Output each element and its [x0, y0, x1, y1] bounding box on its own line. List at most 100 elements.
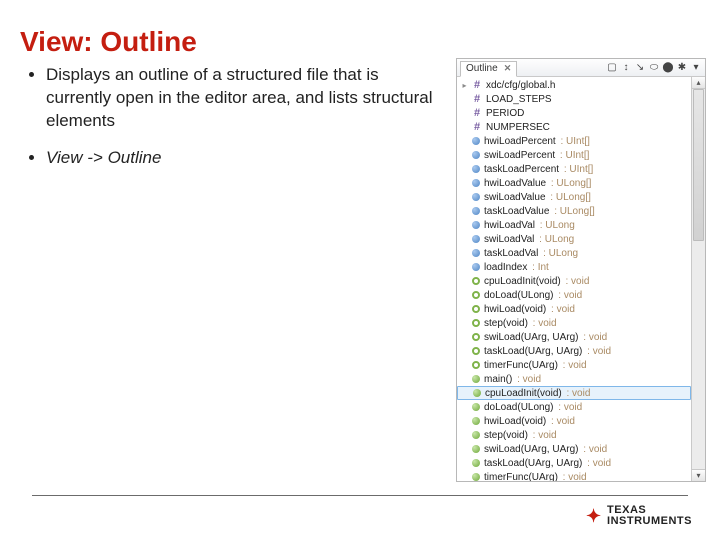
close-icon[interactable]: ✕ — [504, 63, 512, 74]
outline-item-label: cpuLoadInit(void) : void — [484, 276, 589, 287]
expand-icon: ▸ — [461, 166, 468, 173]
outline-item-label: hwiLoad(void) : void — [484, 304, 575, 315]
outline-item[interactable]: ▸hwiLoad(void) : void — [457, 302, 691, 316]
outline-item[interactable]: ▸swiLoadVal : ULong — [457, 232, 691, 246]
toolbar-icon[interactable]: ⬭ — [648, 62, 660, 74]
ti-logo-text: TEXAS INSTRUMENTS — [607, 505, 692, 528]
toolbar-icon[interactable]: ⬤ — [662, 62, 674, 74]
dot-blue-icon — [472, 221, 480, 229]
outline-item[interactable]: ▸taskLoadValue : ULong[] — [457, 204, 691, 218]
outline-item[interactable]: ▸ timerFunc(UArg) : void — [457, 358, 691, 372]
dot-blue-icon — [472, 235, 480, 243]
outline-item-label: step(void) : void — [484, 430, 557, 441]
vertical-scrollbar[interactable]: ▴ ▾ — [691, 77, 705, 481]
expand-icon: ▸ — [461, 474, 468, 481]
expand-icon: ▸ — [461, 152, 468, 159]
toolbar-icon[interactable]: ↘ — [634, 62, 646, 74]
expand-icon: ▸ — [461, 236, 468, 243]
outline-item[interactable]: ▸cpuLoadInit(void) : void — [457, 386, 691, 400]
outline-item[interactable]: ▸timerFunc(UArg) : void — [457, 470, 691, 481]
outline-item-label: xdc/cfg/global.h — [486, 80, 556, 91]
dot-green-icon — [472, 431, 480, 439]
outline-item[interactable]: ▸doLoad(ULong) : void — [457, 288, 691, 302]
outline-item[interactable]: ▸taskLoad(UArg, UArg) : void — [457, 344, 691, 358]
slide: View: Outline Displays an outline of a s… — [0, 0, 720, 540]
expand-icon: ▸ — [461, 446, 468, 453]
slide-title: View: Outline — [20, 26, 197, 58]
bullet-item: Displays an outline of a structured file… — [46, 64, 438, 133]
outline-item-label: hwiLoad(void) : void — [484, 416, 575, 427]
expand-icon: ▸ — [461, 264, 468, 271]
outline-item-label: swiLoad(UArg, UArg) : void — [484, 444, 607, 455]
dot-blue-icon — [472, 165, 480, 173]
expand-icon: ▸ — [461, 362, 468, 369]
outline-item[interactable]: ▸ cpuLoadInit(void) : void — [457, 274, 691, 288]
outline-tree[interactable]: ▸#xdc/cfg/global.h▸#LOAD_STEPS▸#PERIOD▸#… — [457, 77, 691, 481]
outline-item[interactable]: ▸#PERIOD — [457, 106, 691, 120]
footer-divider — [32, 495, 688, 496]
outline-item[interactable]: ▸ # LOAD_STEPS — [457, 92, 691, 106]
outline-item[interactable]: ▸loadIndex : Int — [457, 260, 691, 274]
dot-blue-icon — [472, 249, 480, 257]
outline-view-panel: Outline ✕ ▢↕↘⬭⬤✱▾ ▸#xdc/cfg/global.h▸#LO… — [456, 58, 706, 482]
outline-item[interactable]: ▸hwiLoadVal : ULong — [457, 218, 691, 232]
ring-green-icon — [472, 333, 480, 341]
outline-item[interactable]: ▸taskLoad(UArg, UArg) : void — [457, 456, 691, 470]
outline-item[interactable]: ▸step(void) : void — [457, 316, 691, 330]
outline-item[interactable]: ▸ swiLoad(UArg, UArg) : void — [457, 442, 691, 456]
outline-item[interactable]: ▸ hwiLoad(void) : void — [457, 414, 691, 428]
expand-icon: ▸ — [461, 432, 468, 439]
expand-icon: ▸ — [461, 418, 468, 425]
scroll-track[interactable] — [692, 89, 705, 469]
outline-item[interactable]: ▸ step(void) : void — [457, 428, 691, 442]
expand-icon[interactable]: ▸ — [461, 82, 468, 89]
dot-green-icon — [472, 417, 480, 425]
outline-item[interactable]: ▸swiLoad(UArg, UArg) : void — [457, 330, 691, 344]
toolbar-icon[interactable]: ↕ — [620, 62, 632, 74]
scroll-down-button[interactable]: ▾ — [692, 469, 705, 481]
toolbar-icon[interactable]: ✱ — [676, 62, 688, 74]
outline-item[interactable]: ▸hwiLoadValue : ULong[] — [457, 176, 691, 190]
outline-item[interactable]: ▸#xdc/cfg/global.h — [457, 78, 691, 92]
scroll-thumb[interactable] — [693, 89, 704, 241]
dot-green-icon — [472, 459, 480, 467]
outline-item-label: taskLoadPercent : UInt[] — [484, 164, 593, 175]
outline-item-label: swiLoad(UArg, UArg) : void — [484, 332, 607, 343]
outline-tab-label: Outline — [466, 63, 498, 74]
bullet-item: View -> Outline — [46, 147, 438, 170]
dot-blue-icon — [472, 151, 480, 159]
expand-icon: ▸ — [461, 348, 468, 355]
scroll-up-button[interactable]: ▴ — [692, 77, 705, 89]
outline-item[interactable]: ▸swiLoadPercent : UInt[] — [457, 148, 691, 162]
outline-item-label: doLoad(ULong) : void — [484, 402, 582, 413]
outline-item[interactable]: ▸ taskLoadPercent : UInt[] — [457, 162, 691, 176]
expand-icon: ▸ — [461, 320, 468, 327]
outline-item-label: timerFunc(UArg) : void — [484, 360, 587, 371]
outline-item[interactable]: ▸taskLoadVal : ULong — [457, 246, 691, 260]
outline-item[interactable]: ▸hwiLoadPercent : UInt[] — [457, 134, 691, 148]
expand-icon: ▸ — [461, 460, 468, 467]
outline-item-label: main() : void — [484, 374, 541, 385]
expand-icon: ▸ — [461, 292, 468, 299]
toolbar-icon[interactable]: ▾ — [690, 62, 702, 74]
dot-green-icon — [473, 389, 481, 397]
outline-item[interactable]: ▸#NUMPERSEC — [457, 120, 691, 134]
expand-icon: ▸ — [461, 278, 468, 285]
outline-item[interactable]: ▸doLoad(ULong) : void — [457, 400, 691, 414]
dot-blue-icon — [472, 193, 480, 201]
ring-green-icon — [472, 291, 480, 299]
toolbar-icon[interactable]: ▢ — [606, 62, 618, 74]
outline-tab[interactable]: Outline ✕ — [460, 61, 517, 77]
outline-view-header: Outline ✕ ▢↕↘⬭⬤✱▾ — [457, 59, 705, 77]
expand-icon: ▸ — [461, 96, 468, 103]
hash-icon: # — [472, 94, 482, 104]
outline-item[interactable]: ▸swiLoadValue : ULong[] — [457, 190, 691, 204]
outline-item-label: swiLoadValue : ULong[] — [484, 192, 591, 203]
expand-icon: ▸ — [461, 376, 468, 383]
outline-item-label: LOAD_STEPS — [486, 94, 552, 105]
outline-item-label: taskLoadValue : ULong[] — [484, 206, 595, 217]
outline-item-label: NUMPERSEC — [486, 122, 550, 133]
outline-item[interactable]: ▸ main() : void — [457, 372, 691, 386]
ring-green-icon — [472, 361, 480, 369]
dot-green-icon — [472, 445, 480, 453]
